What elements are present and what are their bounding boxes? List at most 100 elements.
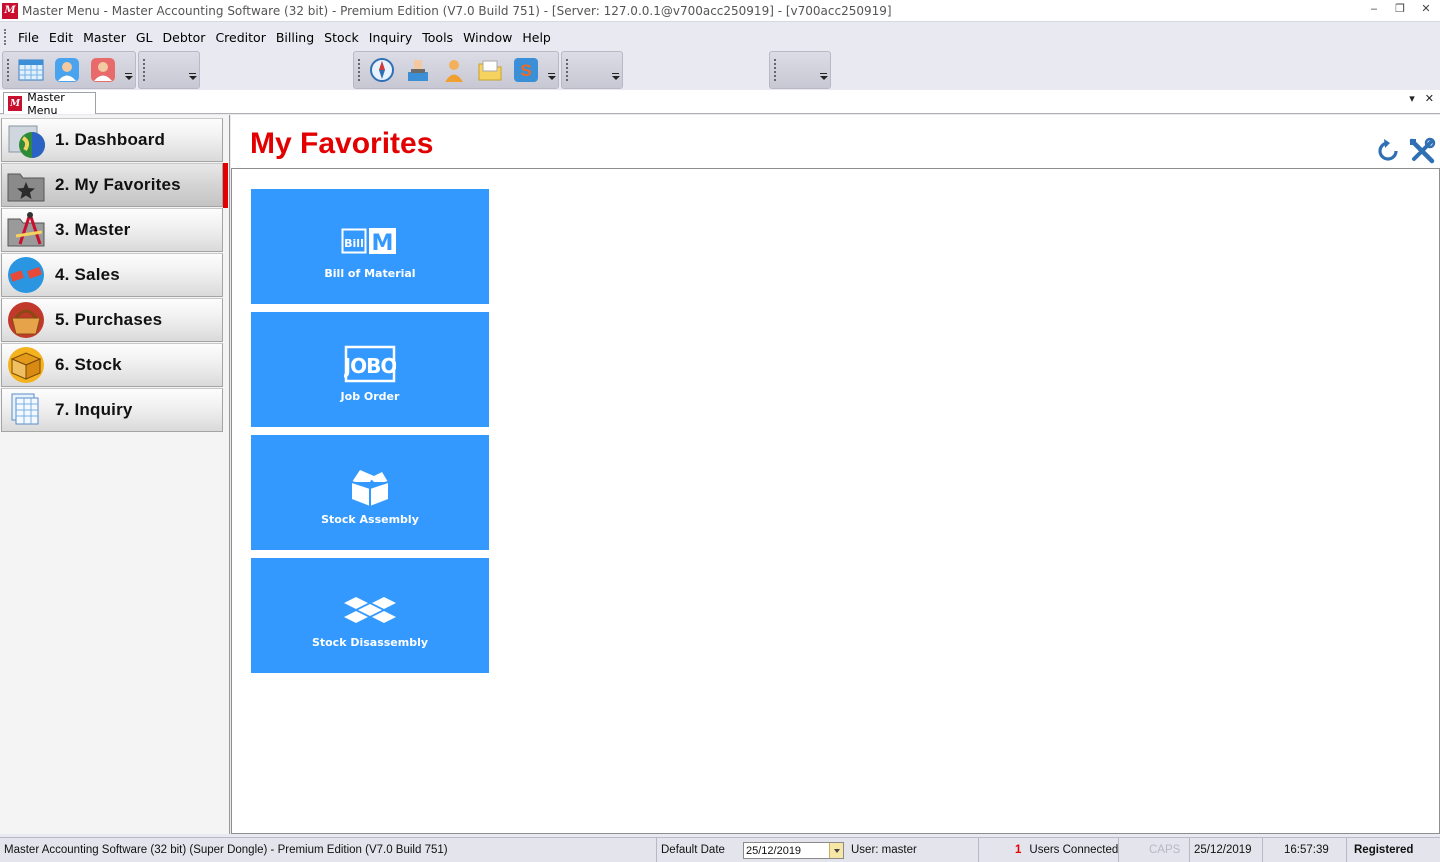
- refresh-icon[interactable]: [1374, 137, 1402, 165]
- main-content: My Favorites Bill M Bill of Material JOB…: [231, 115, 1440, 834]
- menu-stock[interactable]: Stock: [319, 30, 364, 45]
- status-date: 25/12/2019: [1190, 838, 1263, 862]
- tile-label: Stock Assembly: [321, 513, 419, 526]
- tools-icon[interactable]: [1408, 137, 1436, 165]
- sidebar-item-inquiry[interactable]: 7. Inquiry: [1, 388, 223, 432]
- restore-button[interactable]: ❐: [1394, 2, 1406, 15]
- toolbar-grip[interactable]: [7, 59, 10, 81]
- toolbar-group-3: S: [353, 51, 559, 89]
- scattered-boxes-icon: [342, 592, 398, 628]
- menu-tools[interactable]: Tools: [417, 30, 458, 45]
- inbox-stamp-icon[interactable]: [402, 55, 434, 85]
- sidebar-item-my-favorites[interactable]: 2. My Favorites: [1, 163, 223, 207]
- sidebar-item-label: 7. Inquiry: [55, 400, 133, 419]
- tab-master-menu[interactable]: M Master Menu: [3, 91, 96, 117]
- menu-debtor[interactable]: Debtor: [158, 30, 211, 45]
- user-red-icon[interactable]: [87, 55, 119, 85]
- toolbar-grip[interactable]: [774, 59, 777, 81]
- status-users-connected: 1 Users Connected: [979, 838, 1119, 862]
- sidebar-item-master[interactable]: 3. Master: [1, 208, 223, 252]
- folder-icon[interactable]: [474, 55, 506, 85]
- sidebar-item-sales[interactable]: 4. Sales: [1, 253, 223, 297]
- favorite-tile-stock-disassembly[interactable]: Stock Disassembly: [251, 558, 489, 673]
- sidebar-item-purchases[interactable]: 5. Purchases: [1, 298, 223, 342]
- compass-icon[interactable]: [366, 55, 398, 85]
- minimize-button[interactable]: ‒: [1368, 2, 1380, 15]
- status-caps: CAPS: [1119, 838, 1190, 862]
- svg-text:S: S: [520, 61, 531, 80]
- calendar-grid-icon[interactable]: [15, 55, 47, 85]
- toolbar-group-2: [138, 51, 200, 89]
- toolbar-overflow-button[interactable]: [548, 76, 556, 80]
- favorite-tile-stock-assembly[interactable]: Stock Assembly: [251, 435, 489, 550]
- toolbar-grip[interactable]: [143, 59, 146, 81]
- toolbar-grip[interactable]: [358, 59, 361, 81]
- open-box-icon: [348, 469, 392, 506]
- toolbar-overflow-button[interactable]: [189, 76, 197, 80]
- status-registered: Registered: [1354, 844, 1414, 856]
- status-user: User: master: [847, 838, 979, 862]
- menu-master[interactable]: Master: [78, 30, 131, 45]
- menu-window[interactable]: Window: [458, 30, 517, 45]
- master-compass-folder-icon: [6, 210, 46, 250]
- dashboard-globe-icon: [6, 120, 46, 160]
- stock-box-icon: [6, 345, 46, 385]
- m-icon-text: M: [372, 231, 394, 256]
- inquiry-sheets-icon: [6, 390, 46, 430]
- sidebar: 1. Dashboard 2. My Favorites 3. Master 4…: [0, 115, 230, 834]
- toolbar-overflow-button[interactable]: [820, 76, 828, 80]
- sidebar-item-dashboard[interactable]: 1. Dashboard: [1, 118, 223, 162]
- tile-label: Job Order: [340, 390, 400, 403]
- toolbar-overflow-bar: [612, 73, 619, 74]
- menubar-grip[interactable]: [4, 29, 7, 45]
- letter-s-icon[interactable]: S: [510, 55, 542, 85]
- toolbar-group-4: [561, 51, 623, 89]
- tab-close-button[interactable]: ✕: [1425, 92, 1434, 105]
- close-button[interactable]: ✕: [1420, 2, 1432, 15]
- purchases-basket-icon: [6, 300, 46, 340]
- toolbar-overflow-bar: [125, 73, 132, 74]
- sales-tags-icon: [6, 255, 46, 295]
- window-titlebar: M Master Menu - Master Accounting Softwa…: [0, 0, 1440, 22]
- menu-help[interactable]: Help: [517, 30, 556, 45]
- favorite-tile-bill-of-material[interactable]: Bill M Bill of Material: [251, 189, 489, 304]
- users-count: 1: [1015, 844, 1022, 856]
- favorite-tile-job-order[interactable]: JOBO Job Order: [251, 312, 489, 427]
- tab-list-dropdown-button[interactable]: ▾: [1409, 92, 1415, 105]
- tile-label: Bill of Material: [324, 267, 416, 280]
- menu-edit[interactable]: Edit: [44, 30, 78, 45]
- app-logo-icon: M: [2, 2, 18, 19]
- toolbar-grip[interactable]: [566, 59, 569, 81]
- bill-of-material-icon: Bill M: [341, 223, 399, 259]
- bill-icon-text: Bill: [344, 237, 364, 250]
- app-logo-icon: M: [8, 96, 23, 111]
- user-blue-icon[interactable]: [51, 55, 83, 85]
- chevron-down-icon: [833, 848, 840, 853]
- menu-gl[interactable]: GL: [131, 30, 158, 45]
- toolbar-overflow-button[interactable]: [125, 76, 133, 80]
- sidebar-item-label: 1. Dashboard: [55, 130, 166, 149]
- job-order-icon: JOBO: [344, 345, 396, 383]
- favorites-star-folder-icon: [6, 165, 46, 205]
- sidebar-item-label: 3. Master: [55, 220, 131, 239]
- menu-inquiry[interactable]: Inquiry: [364, 30, 417, 45]
- active-item-marker: [223, 163, 228, 208]
- default-date-field[interactable]: 25/12/2019: [743, 842, 844, 859]
- sidebar-item-label: 6. Stock: [55, 355, 122, 374]
- menu-bar: File Edit Master GL Debtor Creditor Bill…: [0, 26, 556, 48]
- sidebar-item-stock[interactable]: 6. Stock: [1, 343, 223, 387]
- window-controls: ‒ ❐ ✕: [1368, 2, 1432, 15]
- menu-creditor[interactable]: Creditor: [210, 30, 270, 45]
- toolbar: S: [0, 50, 1440, 90]
- date-dropdown-button[interactable]: [829, 843, 843, 858]
- header-actions: [1374, 137, 1436, 165]
- users-label: Users Connected: [1029, 844, 1119, 856]
- status-bar: Master Accounting Software (32 bit) (Sup…: [0, 837, 1440, 862]
- window-title: Master Menu - Master Accounting Software…: [22, 3, 892, 18]
- page-title: My Favorites: [250, 127, 434, 160]
- toolbar-overflow-button[interactable]: [612, 76, 620, 80]
- menu-billing[interactable]: Billing: [271, 30, 319, 45]
- menu-file[interactable]: File: [13, 30, 44, 45]
- person-icon[interactable]: [438, 55, 470, 85]
- status-product: Master Accounting Software (32 bit) (Sup…: [0, 838, 657, 862]
